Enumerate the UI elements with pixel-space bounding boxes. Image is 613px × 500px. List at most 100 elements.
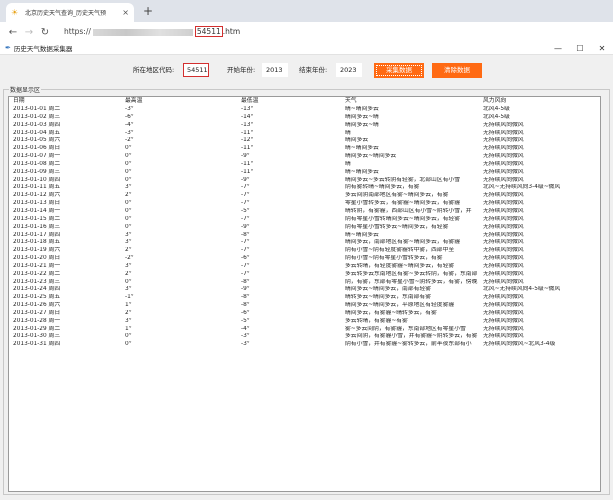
group-title: 数据显示区 [9, 85, 42, 94]
collect-data-button[interactable]: 采集数据 [374, 63, 424, 78]
table-row[interactable]: 2013-01-05 周六 -2° -12° 晴间多云 无持续风向微风 [9, 137, 600, 145]
table-row[interactable]: 2013-01-07 周一 0° -9° 晴间多云~晴间多云 无持续风向微风 [9, 153, 600, 161]
url-code-highlight: 54511 [194, 26, 223, 37]
table-row[interactable]: 2013-01-25 周五 -1° -8° 晴转多云~晴间多云，东南部有雾 无持续风向微… [9, 294, 600, 302]
new-tab-icon[interactable]: + [143, 4, 153, 18]
table-row[interactable]: 2013-01-11 周五 3° -7° 阴有雾转晴~晴间多云，有雾 北风~无持续风向3… [9, 184, 600, 192]
region-label: 所在地区代码: [133, 66, 175, 74]
start-year-input[interactable]: 2013 [262, 63, 288, 77]
header-wind[interactable]: 风力风向 [483, 97, 600, 106]
app-window: ✒ 历史天气数据采集器 — ☐ ✕ 所在地区代码: 54511 开始年份: 20… [0, 42, 613, 500]
table-row[interactable]: 2013-01-29 周二 1° -4° 雾~多云间阴，有雾霾，东南部地区有零星小雪 无… [9, 326, 600, 334]
table-row[interactable]: 2013-01-28 周一 3° -5° 多云转晴，有雾霾~有雾 无持续风向微风 [9, 318, 600, 326]
cell-weather: 阴有零星小雪转晴间多云~晴间多云，有轻雾 [345, 215, 460, 222]
cell-max-temp: -3° [125, 129, 134, 136]
cell-wind: 无持续风向微风 [483, 333, 524, 340]
header-date[interactable]: 日期 [13, 97, 123, 106]
table-row[interactable]: 2013-01-15 周二 0° -7° 阴有零星小雪转晴间多云~晴间多云，有轻雾 无持… [9, 216, 600, 224]
window-title: 历史天气数据采集器 [13, 45, 73, 53]
cell-max-temp: 0° [125, 168, 132, 175]
cell-date: 2013-01-10 周四 [13, 176, 61, 183]
cell-date: 2013-01-18 周五 [13, 239, 61, 246]
cell-min-temp: -11° [241, 129, 254, 136]
table-row[interactable]: 2013-01-19 周六 2° -7° 阴有小雪~阴有轻度雾霾转中雾，西部中至 无持续… [9, 247, 600, 255]
cell-max-temp: 2° [125, 192, 132, 199]
back-icon[interactable]: ← [5, 27, 21, 38]
cell-date: 2013-01-04 周五 [13, 129, 61, 136]
table-row[interactable]: 2013-01-23 周三 0° -8° 阴，有雾，东部有零星小雪~阴转多云，有雾，傍… [9, 279, 600, 287]
cell-weather: 晴转多云~晴间多云，东南部有雾 [345, 294, 432, 301]
table-row[interactable]: 2013-01-03 周四 -4° -13° 晴间多云~晴 无持续风向微风 [9, 122, 600, 130]
table-row[interactable]: 2013-01-16 周三 0° -9° 阴有零星小雪转多云~晴间多云，有轻雾 无持续风… [9, 224, 600, 232]
table-row[interactable]: 2013-01-08 周二 0° -11° 晴 无持续风向微风 [9, 161, 600, 169]
reload-icon[interactable]: ↻ [37, 27, 53, 38]
table-row[interactable]: 2013-01-09 周三 0° -11° 晴~晴间多云 无持续风向微风 [9, 169, 600, 177]
cell-wind: 无持续风向微风 [483, 215, 524, 222]
cell-weather: 多云转晴，有雾霾~有雾 [345, 317, 408, 324]
table-row[interactable]: 2013-01-26 周六 1° -8° 晴间多云~晴间多云，平原地区有轻度雾霾 无持续… [9, 302, 600, 310]
cell-wind: 无持续风向微风 [483, 278, 524, 285]
table-row[interactable]: 2013-01-02 周三 -6° -14° 晴间多云~晴 北风4-5级 [9, 114, 600, 122]
table-row[interactable]: 2013-01-21 周一 3° -7° 多云转晴，有轻度雾霾~晴间多云，有轻雾 无持续… [9, 263, 600, 271]
cell-date: 2013-01-02 周三 [13, 113, 61, 120]
minimize-icon[interactable]: — [547, 44, 569, 53]
table-row[interactable]: 2013-01-18 周五 3° -7° 晴间多云，南部地区有雾~晴间多云，有雾霾 无持… [9, 239, 600, 247]
table-row[interactable]: 2013-01-30 周三 0° -3° 多云间阴，有雾霾小雪，并有雾霾~阴转多云，有… [9, 333, 600, 341]
cell-wind: 无持续风向微风 [483, 223, 524, 230]
table-row[interactable]: 2013-01-27 周日 2° -6° 晴间多云，有雾霾~晴转多云，有雾 无持续风向微… [9, 310, 600, 318]
cell-max-temp: 1° [125, 302, 132, 309]
table-row[interactable]: 2013-01-14 周一 0° -5° 晴转阴，有雾霾，西部山区有小雪~阴转小雪，并… [9, 208, 600, 216]
table-row[interactable]: 2013-01-31 周四 0° -3° 阴有小雪，并有雾霾~雾转多云，前半夜东部有小… [9, 341, 600, 349]
close-tab-icon[interactable]: × [122, 8, 129, 17]
cell-min-temp: -3° [241, 341, 250, 348]
table-header: 日期 最高温 最低温 天气 风力风向 [9, 97, 600, 106]
table-row[interactable]: 2013-01-01 周二 -3° -13° 晴~晴间多云 北风4-5级 [9, 106, 600, 114]
table-row[interactable]: 2013-01-22 周二 2° -7° 多云转多云东南地区有雾~多云转阴，有雾，东南… [9, 271, 600, 279]
data-display-group: 数据显示区 日期 最高温 最低温 天气 风力风向 2013-01-01 周二 -3… [3, 85, 610, 495]
table-row[interactable]: 2013-01-20 周日 -2° -6° 阴有小雪~阴有零星小雪转多云，有雾 无持续风… [9, 255, 600, 263]
region-code-input[interactable]: 54511 [183, 63, 209, 77]
end-year-input[interactable]: 2023 [336, 63, 362, 77]
url-field[interactable]: https:// 54511 .htm [64, 24, 240, 40]
cell-date: 2013-01-06 周日 [13, 145, 61, 152]
forward-icon[interactable]: → [21, 27, 37, 38]
cell-min-temp: -6° [241, 255, 250, 262]
table-row[interactable]: 2013-01-24 周四 3° -9° 晴间多云~晴间多云，南部有轻雾 北风~无持续风… [9, 286, 600, 294]
data-table[interactable]: 日期 最高温 最低温 天气 风力风向 2013-01-01 周二 -3° -13° 晴… [8, 96, 601, 492]
header-min-temp[interactable]: 最低温 [241, 97, 343, 106]
address-bar-row: ← → ↻ https:// 54511 .htm [0, 22, 613, 42]
header-max-temp[interactable]: 最高温 [125, 97, 239, 106]
cell-weather: 晴转阴，有雾霾，西部山区有小雪~阴转小雪，并 [345, 207, 472, 214]
cell-date: 2013-01-03 周四 [13, 121, 61, 128]
table-row[interactable]: 2013-01-06 周日 0° -11° 晴~晴间多云 无持续风向微风 [9, 145, 600, 153]
browser-tab[interactable]: ☀ 北京历史天气查询_历史天气预 × [6, 3, 134, 22]
cell-weather: 阴有小雪~阴有轻度雾霾转中雾，西部中至 [345, 247, 455, 254]
cell-date: 2013-01-27 周日 [13, 309, 61, 316]
cell-min-temp: -6° [241, 309, 250, 316]
cell-min-temp: -11° [241, 168, 254, 175]
cell-weather: 晴间多云~晴 [345, 113, 379, 120]
table-row[interactable]: 2013-01-12 周六 2° -7° 多云间阴南部地区有雾~晴间多云，有雾 无持续风… [9, 192, 600, 200]
cell-wind: 无持续风向微风 [483, 121, 524, 128]
cell-max-temp: 3° [125, 184, 132, 191]
close-window-icon[interactable]: ✕ [591, 44, 613, 53]
table-row[interactable]: 2013-01-10 周四 0° -9° 晴间多云~多云转阴有轻雾，北部山区有小雪 无持… [9, 177, 600, 185]
cell-min-temp: -5° [241, 207, 250, 214]
table-row[interactable]: 2013-01-13 周日 0° -7° 零星小雪转多云，有雾霾~晴间多云，有雾霾 无持… [9, 200, 600, 208]
header-weather[interactable]: 天气 [345, 97, 479, 106]
cell-max-temp: 2° [125, 309, 132, 316]
cell-max-temp: -3° [125, 106, 134, 112]
cell-wind: 北风4-5级 [483, 106, 510, 112]
table-row[interactable]: 2013-01-17 周四 3° -8° 晴~晴间多云 无持续风向微风 [9, 232, 600, 240]
cell-weather: 晴间多云~晴 [345, 121, 379, 128]
clear-data-button[interactable]: 清除数据 [432, 63, 482, 78]
maximize-icon[interactable]: ☐ [569, 44, 591, 53]
table-row[interactable]: 2013-01-04 周五 -3° -11° 晴 无持续风向微风 [9, 130, 600, 138]
cell-weather: 晴 [345, 160, 351, 167]
cell-min-temp: -11° [241, 145, 254, 152]
cell-wind: 无持续风向微风 [483, 176, 524, 183]
cell-min-temp: -4° [241, 325, 250, 332]
cell-wind: 无持续风向微风 [483, 247, 524, 254]
cell-wind: 无持续风向微风 [483, 294, 524, 301]
cell-max-temp: -6° [125, 113, 134, 120]
